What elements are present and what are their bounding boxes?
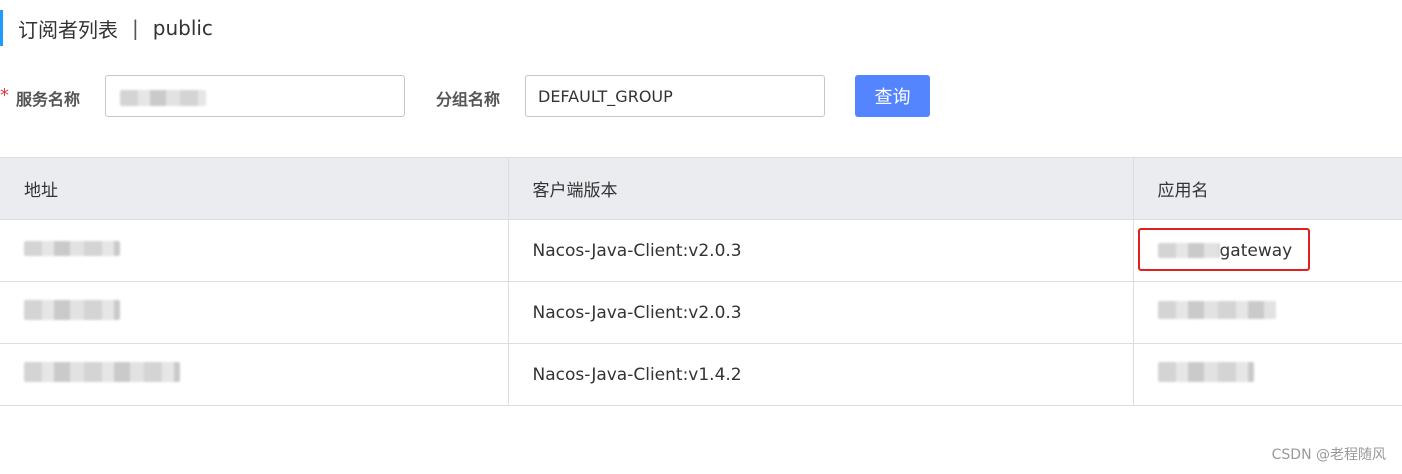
- app-name-redacted: [1157, 362, 1254, 382]
- address-cell: [0, 343, 509, 406]
- column-header-client-version: 客户端版本: [508, 157, 1134, 220]
- address-redacted: [24, 240, 120, 256]
- table-header-row: 地址 客户端版本 应用名: [0, 157, 1402, 220]
- app-name-cell: gateway: [1133, 219, 1402, 282]
- app-name-text: gateway: [1219, 240, 1293, 261]
- app-name-cell: [1133, 281, 1402, 344]
- table-row: Nacos-Java-Client:v2.0.3 gateway: [0, 219, 1402, 282]
- group-name-input[interactable]: [525, 75, 825, 117]
- query-button[interactable]: 查询: [855, 75, 930, 117]
- required-mark: *: [0, 85, 9, 106]
- app-name-prefix-redacted: [1157, 243, 1220, 258]
- service-name-label: 服务名称: [16, 90, 81, 109]
- app-name-cell: [1133, 343, 1402, 406]
- title-separator: |: [132, 16, 139, 40]
- group-name-label: 分组名称: [436, 90, 501, 109]
- service-name-redacted: [120, 90, 206, 106]
- address-cell: [0, 281, 509, 344]
- search-form: * 服务名称 分组名称 查询: [0, 75, 1402, 117]
- address-cell: [0, 219, 509, 282]
- address-redacted: [24, 300, 120, 320]
- client-version-cell: Nacos-Java-Client:v2.0.3: [508, 281, 1134, 344]
- namespace-label: public: [152, 16, 213, 40]
- client-version-cell: Nacos-Java-Client:v1.4.2: [508, 343, 1134, 406]
- client-version-cell: Nacos-Java-Client:v2.0.3: [508, 219, 1134, 282]
- subscriber-table: 地址 客户端版本 应用名 Nacos-Java-Client:v2.0.3 ga…: [0, 157, 1402, 406]
- watermark: CSDN @老程随风: [1271, 447, 1386, 463]
- app-name-redacted: [1157, 301, 1276, 319]
- column-header-address: 地址: [0, 157, 509, 220]
- address-redacted: [24, 362, 180, 382]
- page-title: 订阅者列表 | public: [0, 10, 213, 46]
- subscriber-list-page: 订阅者列表 | public * 服务名称 分组名称 查询 地址 客户端版本 应…: [0, 0, 1402, 474]
- column-header-app-name: 应用名: [1133, 157, 1402, 220]
- table-row: Nacos-Java-Client:v2.0.3: [0, 281, 1402, 344]
- table-row: Nacos-Java-Client:v1.4.2: [0, 343, 1402, 406]
- page-title-text: 订阅者列表: [18, 17, 118, 42]
